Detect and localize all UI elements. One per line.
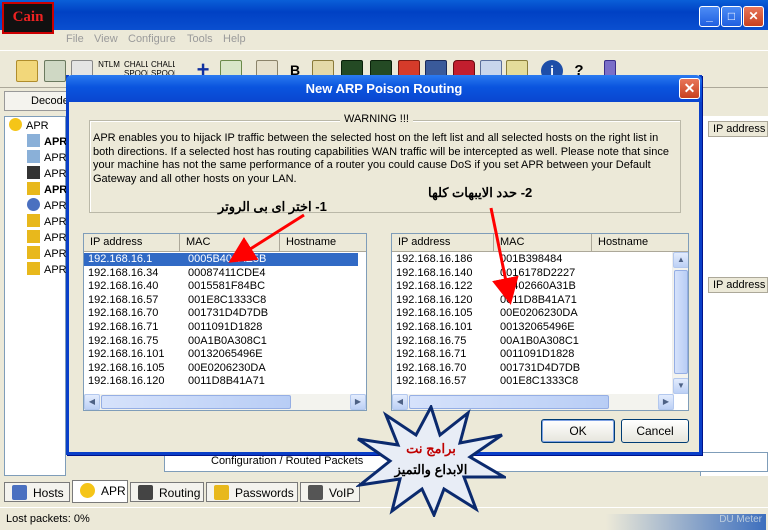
starburst-badge — [356, 405, 506, 517]
badge-line-2: الابداع والتميز — [394, 462, 468, 477]
badge-line-1: برامج نت — [406, 441, 456, 456]
arrow-to-router-mac — [228, 213, 305, 263]
arrow-to-target-list — [489, 207, 519, 305]
